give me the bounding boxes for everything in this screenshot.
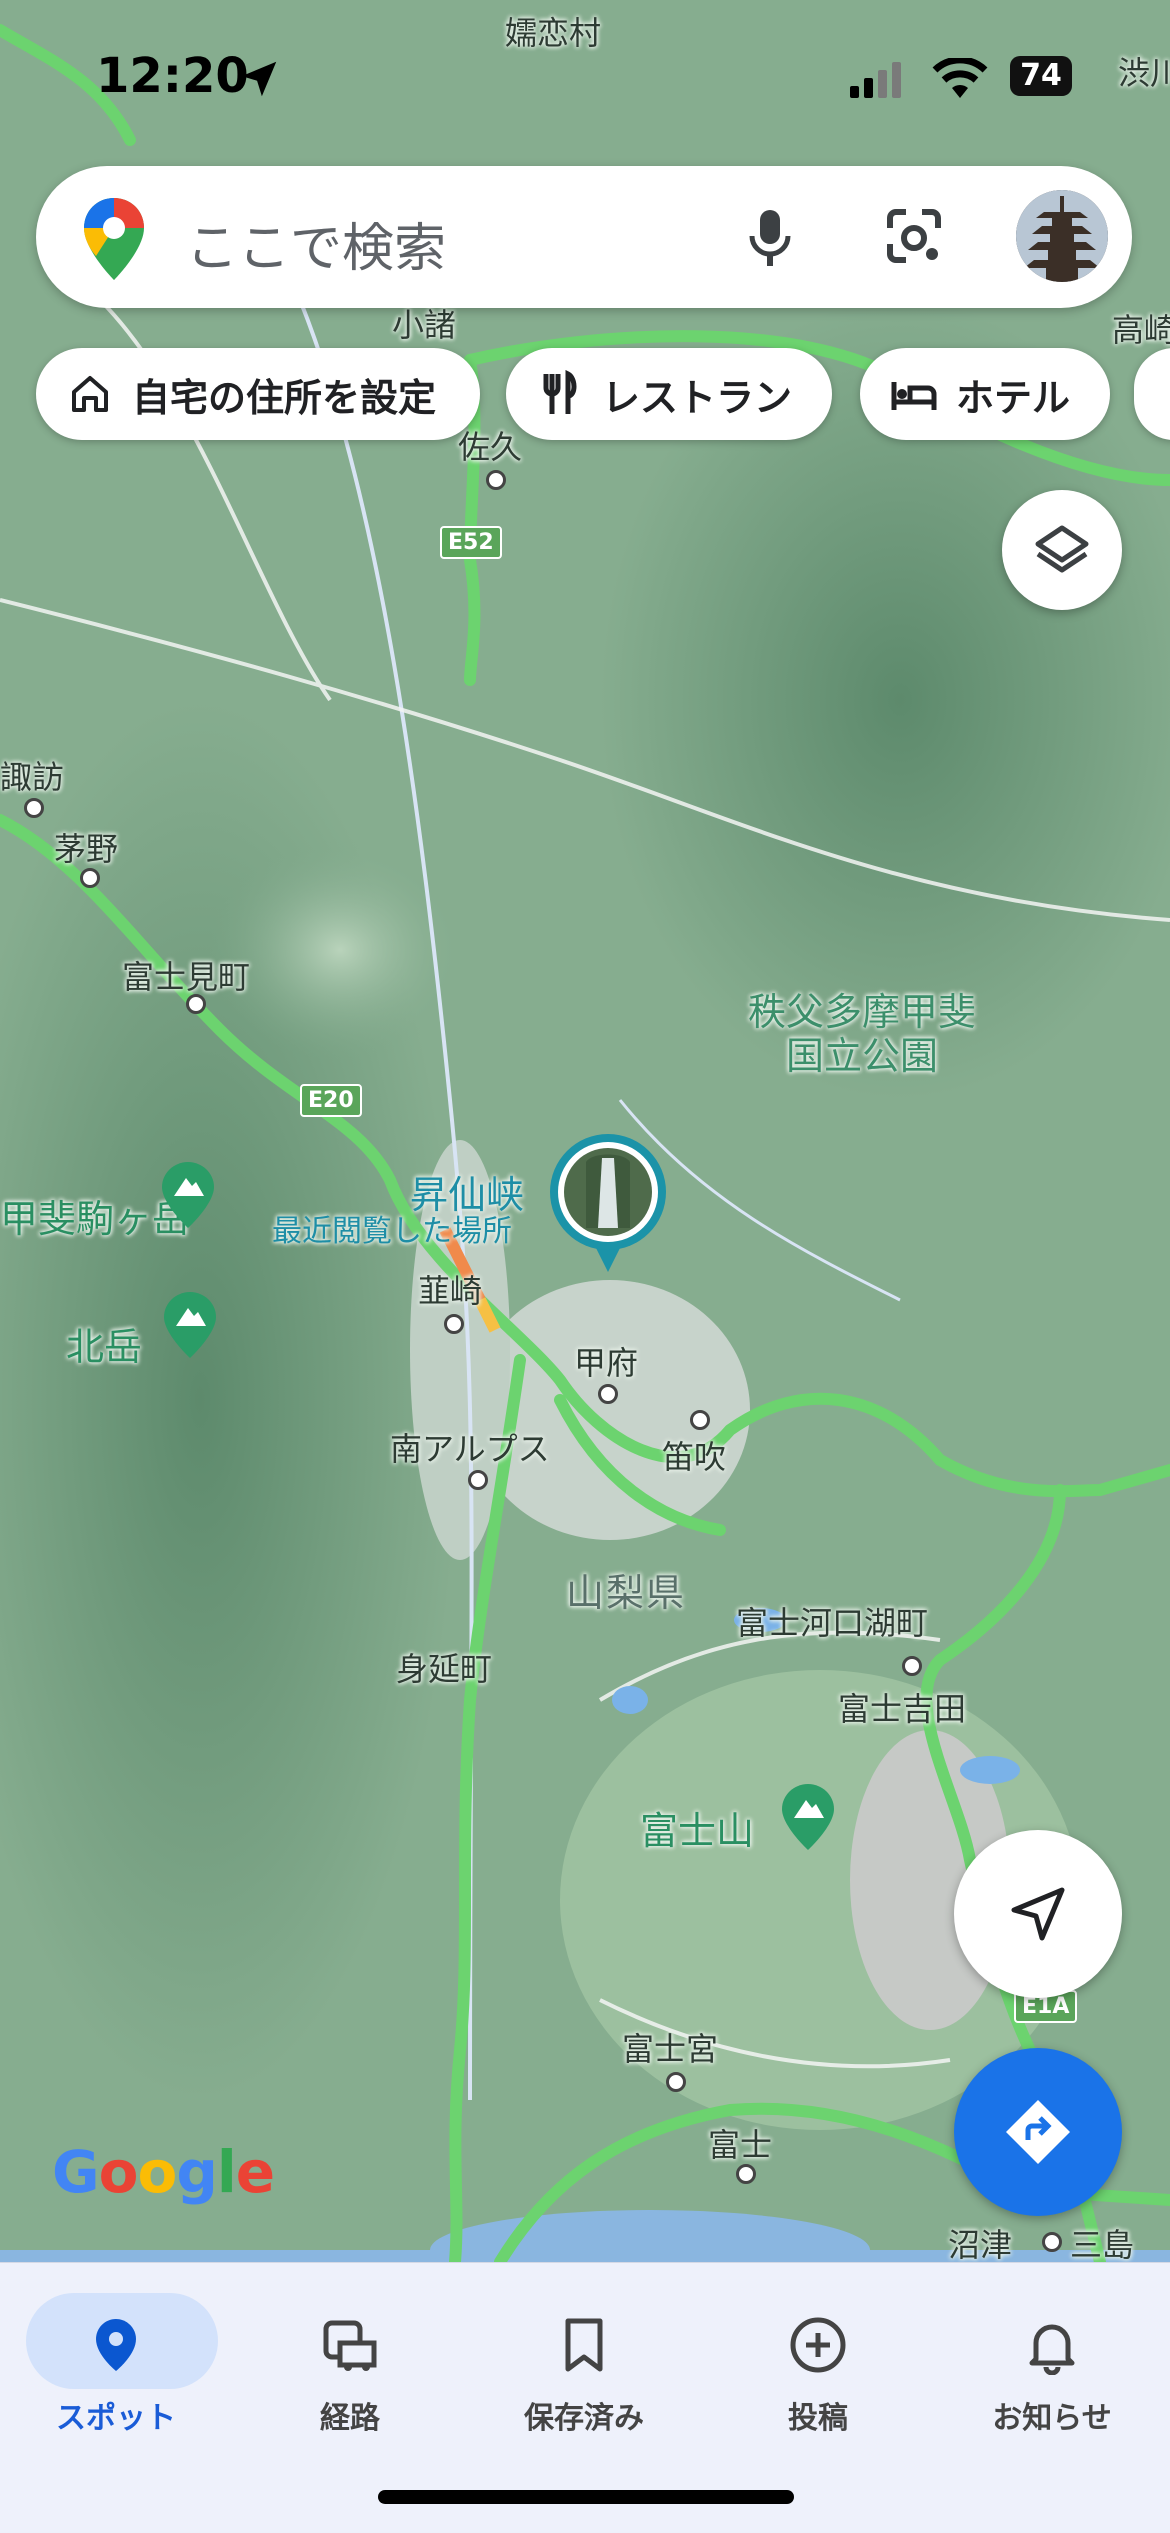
mountain-pin-icon[interactable] (162, 1162, 214, 1228)
map-label-yamanashi: 山梨県 (566, 1571, 687, 1615)
map-dot-minami-alps (468, 1470, 488, 1490)
mountain-pin-icon[interactable] (164, 1292, 216, 1358)
directions-button[interactable] (954, 2048, 1122, 2216)
hotel-icon (891, 382, 937, 410)
navigation-arrow-icon (1011, 1887, 1065, 1941)
map-dot-fujimi (186, 994, 206, 1014)
pagoda-avatar-image (1016, 190, 1108, 282)
chip-restaurants[interactable]: レストラン (506, 348, 832, 440)
search-bar[interactable]: ここで検索 (36, 166, 1132, 308)
layers-icon (1035, 525, 1089, 573)
map-label-fujikawaguchiko[interactable]: 富士河口湖町 (736, 1598, 928, 1644)
nav-tab-saved[interactable]: 保存済み (474, 2285, 694, 2445)
chip-label: ホテル (956, 375, 1071, 420)
map-label-minami-alps[interactable]: 南アルプス (390, 1424, 550, 1470)
highway-shield-e52: E52 (440, 526, 502, 559)
map-label-national-park[interactable]: 秩父多摩甲斐 国立公園 (748, 990, 976, 1078)
battery-indicator: 74 (1010, 56, 1072, 96)
nav-label: お知らせ (992, 2401, 1112, 2436)
home-indicator (378, 2490, 794, 2504)
map-label-saku[interactable]: 佐久 (458, 422, 522, 468)
map-dot-fujikawaguchiko (902, 1656, 922, 1676)
map-label-kofu[interactable]: 甲府 (574, 1338, 638, 1384)
map-label-fujinomiya[interactable]: 富士宮 (622, 2024, 718, 2070)
location-arrow-icon (241, 61, 277, 97)
map-label-minobu[interactable]: 身延町 (396, 1644, 492, 1690)
google-maps-logo-icon (84, 198, 144, 280)
chip-label: レストラン (602, 375, 793, 420)
map-label-suwa[interactable]: 諏訪 (0, 752, 64, 798)
map-label-fujisan[interactable]: 富士山 (640, 1800, 754, 1855)
google-logo: Google (52, 2138, 275, 2206)
mountain-pin-icon[interactable] (782, 1784, 834, 1850)
map-label-takasaki[interactable]: 高崎 (1112, 305, 1170, 351)
directions-icon (1006, 2100, 1070, 2164)
map-label-fuefuki[interactable]: 笛吹 (662, 1432, 726, 1478)
chip-set-home-address[interactable]: 自宅の住所を設定 (36, 348, 480, 440)
status-time: 12:20 (96, 48, 249, 104)
layers-button[interactable] (1002, 490, 1122, 610)
highway-shield-e20: E20 (300, 1084, 362, 1117)
map-dot-fujinomiya (666, 2072, 686, 2092)
nav-tab-explore[interactable]: スポット (6, 2285, 226, 2445)
cellular-signal-icon (850, 62, 901, 98)
home-icon (72, 376, 108, 412)
bell-icon (1029, 2324, 1075, 2375)
map-dot-fuefuki (690, 1410, 710, 1430)
map-dot-nirasaki (444, 1314, 464, 1334)
map-dot-saku (486, 470, 506, 490)
my-location-button[interactable] (954, 1830, 1122, 1998)
map-dot-chino (80, 868, 100, 888)
map-label-shibukawa[interactable]: 渋川 (1118, 48, 1170, 94)
wifi-icon (932, 58, 988, 98)
map-dot-suwa (24, 798, 44, 818)
chip-hotels[interactable]: ホテル (860, 348, 1110, 440)
nav-tab-go[interactable]: 経路 (240, 2285, 460, 2445)
map-label-kitadake[interactable]: 北岳 (66, 1316, 142, 1371)
nav-tab-contribute[interactable]: 投稿 (708, 2285, 928, 2445)
google-lens-icon[interactable] (884, 208, 944, 266)
add-circle-icon (790, 2317, 846, 2373)
nav-tab-updates[interactable]: お知らせ (942, 2285, 1162, 2445)
map-label-mishima[interactable]: 三島 (1070, 2220, 1134, 2262)
account-avatar[interactable] (1016, 190, 1108, 282)
map-label-chino[interactable]: 茅野 (54, 824, 118, 870)
recent-place-photo-pin[interactable] (548, 1132, 668, 1274)
map-dot-mishima (1042, 2232, 1062, 2252)
nav-label: 経路 (320, 2401, 380, 2436)
nav-label: スポット (56, 2401, 176, 2436)
commute-icon (323, 2320, 377, 2371)
restaurant-icon (543, 370, 577, 414)
map-label-kurokomura[interactable]: 嬬恋村 (505, 8, 601, 54)
search-input[interactable]: ここで検索 (186, 206, 446, 281)
map-label-fujimi[interactable]: 富士見町 (122, 952, 250, 998)
map-label-numazu[interactable]: 沼津 (948, 2220, 1012, 2262)
map-dot-fuji (736, 2164, 756, 2184)
chip-label: 自宅の住所を設定 (132, 375, 437, 420)
map-label-fuji[interactable]: 富士 (708, 2120, 772, 2166)
microphone-icon[interactable] (748, 208, 792, 268)
nav-label: 投稿 (788, 2401, 848, 2436)
nav-label: 保存済み (524, 2401, 644, 2436)
map-dot-kofu (598, 1384, 618, 1404)
location-pin-icon (96, 2319, 136, 2371)
map-label-fujiyoshida[interactable]: 富士吉田 (838, 1684, 966, 1730)
bookmark-icon (565, 2318, 603, 2372)
map-label-recently-viewed: 最近閲覧した場所 (272, 1214, 512, 1249)
map-label-nirasaki[interactable]: 韮崎 (418, 1266, 482, 1312)
